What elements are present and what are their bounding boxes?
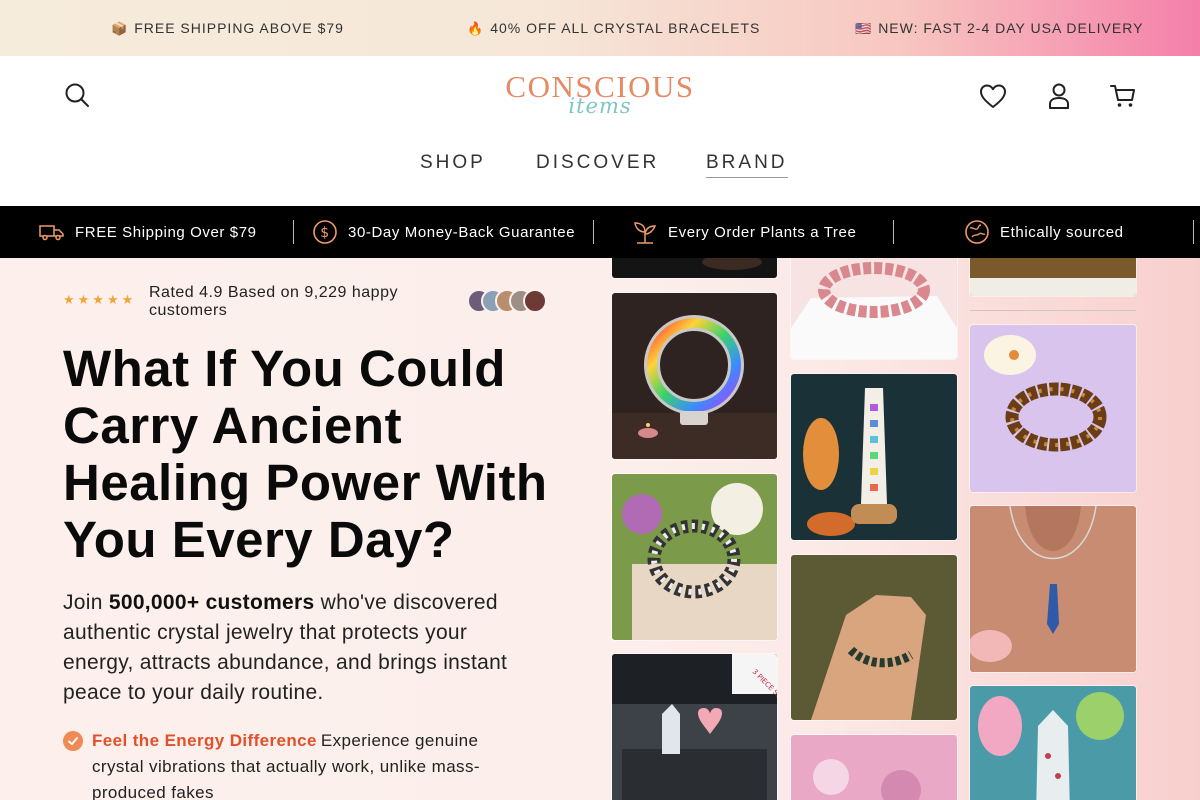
- nav-shop[interactable]: SHOP: [420, 152, 486, 174]
- account-icon[interactable]: [1044, 81, 1074, 111]
- hero-headline: What If You Could Carry Ancient Healing …: [63, 340, 548, 568]
- product-image-car-diffuser-set[interactable]: 3 PIECE SET: [612, 654, 777, 800]
- site-header: CONSCIOUS items SHOP DISCOVER BRAND: [0, 56, 1200, 206]
- fire-icon: 🔥: [467, 21, 485, 36]
- feature-text: Feel the Energy Difference Experience gen…: [92, 728, 532, 800]
- svg-text:$: $: [320, 225, 330, 241]
- product-image-pink-bracelet[interactable]: [791, 258, 957, 359]
- divider: [893, 220, 894, 244]
- subtext-prefix: Join: [63, 591, 109, 614]
- product-image-tiger-eye-bracelet[interactable]: [970, 325, 1136, 492]
- nav-discover[interactable]: DISCOVER: [536, 152, 659, 174]
- cart-icon[interactable]: [1108, 81, 1138, 111]
- divider: [1193, 220, 1194, 244]
- heart-icon[interactable]: [978, 81, 1008, 111]
- package-icon: 📦: [111, 21, 129, 36]
- product-image-crystal-tower[interactable]: [970, 686, 1136, 800]
- product-image-selenite-tower[interactable]: [791, 374, 957, 540]
- nav-brand[interactable]: BRAND: [706, 152, 788, 178]
- trust-item-ethical: Ethically sourced: [964, 206, 1124, 258]
- truck-icon: [39, 225, 64, 241]
- product-image-zebra-bracelet[interactable]: [612, 474, 777, 640]
- product-image-pendant-necklace[interactable]: [970, 506, 1136, 672]
- divider: [970, 310, 1136, 311]
- sprout-icon: [634, 222, 657, 244]
- check-icon: [63, 731, 83, 751]
- divider: [593, 220, 594, 244]
- divider: [293, 220, 294, 244]
- announcement-shipping[interactable]: 📦 FREE SHIPPING ABOVE $79: [111, 0, 344, 56]
- announcement-sale[interactable]: 🔥 40% OFF ALL CRYSTAL BRACELETS: [467, 0, 760, 56]
- main-nav: SHOP DISCOVER BRAND: [0, 152, 1200, 178]
- trust-label: Every Order Plants a Tree: [668, 223, 857, 241]
- rating-text: Rated 4.9 Based on 9,229 happy customers: [149, 284, 398, 319]
- feature-title: Feel the Energy Difference: [92, 731, 317, 750]
- product-image-rainbow-lamp[interactable]: [612, 293, 777, 459]
- trust-bar: FREE Shipping Over $79 $ 30-Day Money-Ba…: [0, 206, 1200, 258]
- globe-icon: [965, 220, 989, 244]
- announcement-text: FREE SHIPPING ABOVE $79: [134, 20, 344, 36]
- product-image-wrist-bracelet[interactable]: [791, 555, 957, 720]
- site-logo[interactable]: CONSCIOUS items: [480, 70, 720, 126]
- dollar-coin-icon: $: [313, 220, 337, 244]
- search-icon[interactable]: [62, 80, 92, 110]
- trust-item-guarantee: $ 30-Day Money-Back Guarantee: [312, 206, 575, 258]
- hero-subtext: Join 500,000+ customers who've discovere…: [63, 588, 533, 708]
- trust-label: 30-Day Money-Back Guarantee: [348, 223, 576, 241]
- product-image-top-left[interactable]: [612, 258, 777, 278]
- trust-item-tree: Every Order Plants a Tree: [632, 206, 856, 258]
- trust-label: Ethically sourced: [1000, 223, 1124, 241]
- trust-label: FREE Shipping Over $79: [75, 223, 257, 241]
- subtext-highlight: 500,000+ customers: [108, 591, 315, 614]
- avatar: [523, 289, 547, 313]
- rating-row: ★★★★★ Rated 4.9 Based on 9,229 happy cus…: [63, 284, 553, 324]
- announcement-delivery[interactable]: 🇺🇸 NEW: FAST 2-4 DAY USA DELIVERY: [855, 0, 1143, 56]
- star-rating: ★★★★★: [63, 292, 137, 307]
- product-image-orchid[interactable]: [791, 735, 957, 800]
- us-flag-icon: 🇺🇸: [855, 21, 873, 36]
- trust-item-shipping: FREE Shipping Over $79: [39, 206, 257, 258]
- announcement-bar: 📦 FREE SHIPPING ABOVE $79 🔥 40% OFF ALL CR…: [0, 0, 1200, 56]
- hero-section: ★★★★★ Rated 4.9 Based on 9,229 happy cus…: [0, 258, 1200, 800]
- announcement-text: 40% OFF ALL CRYSTAL BRACELETS: [490, 20, 761, 36]
- announcement-text: NEW: FAST 2-4 DAY USA DELIVERY: [878, 20, 1144, 36]
- product-image-candle[interactable]: [970, 258, 1136, 296]
